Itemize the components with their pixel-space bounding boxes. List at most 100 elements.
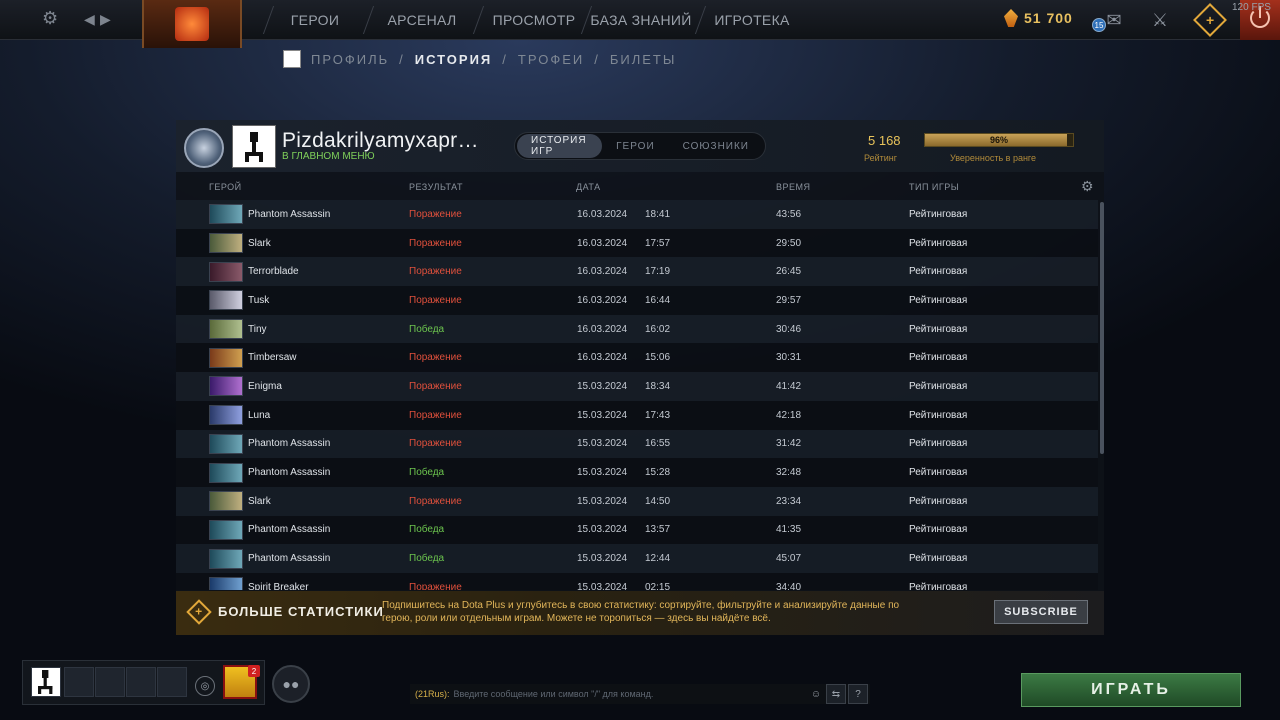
match-list: Phantom Assassin Поражение 16.03.2024 18:41… — [176, 200, 1098, 590]
table-row[interactable]: Phantom Assassin Победа 15.03.2024 15:28 32:… — [176, 458, 1098, 487]
match-result: Поражение — [409, 294, 462, 306]
col-result[interactable]: РЕЗУЛЬТАТ — [409, 182, 463, 192]
match-date: 15.03.2024 — [577, 409, 628, 421]
table-row[interactable]: Phantom Assassin Победа 15.03.2024 13:57 41:… — [176, 515, 1098, 545]
party-slot-empty[interactable] — [126, 667, 156, 697]
table-row[interactable]: Tiny Победа 16.03.2024 16:02 30:46 Рейтингова… — [176, 314, 1098, 344]
match-time: 16:44 — [645, 294, 671, 306]
dota-plus-button[interactable]: + — [1193, 3, 1227, 37]
hero-name: Timbersaw — [248, 352, 297, 364]
col-date[interactable]: ДАТА — [576, 182, 601, 192]
chat-channel-icon[interactable]: ⇆ — [826, 684, 846, 704]
match-duration: 42:18 — [776, 409, 802, 421]
game-type: Рейтинговая — [909, 553, 968, 565]
table-row[interactable]: Slark Поражение 15.03.2024 14:50 23:34 Рейтин… — [176, 486, 1098, 516]
hero-portrait-icon — [209, 319, 243, 340]
hero-portrait-icon — [209, 519, 243, 540]
friends-icon[interactable]: ●● — [272, 665, 310, 703]
subnav-history[interactable]: ИСТОРИЯ — [415, 52, 493, 67]
table-row[interactable]: Phantom Assassin Поражение 16.03.2024 18:41… — [176, 200, 1098, 229]
player-avatar[interactable] — [232, 125, 276, 168]
table-row[interactable]: Slark Поражение 16.03.2024 17:57 29:50 Рейтин… — [176, 228, 1098, 258]
dota-plus-promo: + БОЛЬШЕ СТАТИСТИКИ Подпишитесь на Dota … — [176, 591, 1104, 635]
game-type: Рейтинговая — [909, 524, 968, 536]
avatar-glyph-icon — [245, 132, 263, 162]
table-row[interactable]: Timbersaw Поражение 16.03.2024 15:06 30:31 Ре… — [176, 343, 1098, 373]
match-date: 16.03.2024 — [577, 237, 628, 249]
nav-arsenal[interactable]: АРСЕНАЛ — [374, 0, 470, 40]
table-row[interactable]: Phantom Assassin Поражение 15.03.2024 16:55… — [176, 429, 1098, 459]
table-row[interactable]: Phantom Assassin Победа 15.03.2024 12:44 45:… — [176, 544, 1098, 573]
match-date: 15.03.2024 — [577, 524, 628, 536]
back-arrow-icon[interactable]: ◀ — [84, 11, 95, 28]
player-status: В ГЛАВНОМ МЕНЮ — [282, 151, 375, 162]
dota-logo-button[interactable] — [142, 0, 242, 48]
match-date: 15.03.2024 — [577, 438, 628, 450]
help-button[interactable]: ? — [848, 684, 868, 704]
hero-portrait-icon — [209, 261, 243, 282]
chat-input[interactable]: (21Rus): Введите сообщение или символ "/… — [410, 684, 870, 704]
match-result: Поражение — [409, 266, 462, 278]
hero-name: Terrorblade — [248, 266, 299, 278]
nav-knowledge-base[interactable]: БАЗА ЗНАНИЙ — [588, 0, 694, 40]
match-result: Поражение — [409, 495, 462, 507]
hero-name: Phantom Assassin — [248, 208, 331, 220]
table-row[interactable]: Luna Поражение 15.03.2024 17:43 42:18 Рейтинг… — [176, 400, 1098, 430]
subnav-profile[interactable]: ПРОФИЛЬ — [311, 52, 389, 67]
avatar-glyph-icon — [38, 670, 53, 694]
match-result: Поражение — [409, 581, 462, 590]
table-row[interactable]: Tusk Поражение 16.03.2024 16:44 29:57 Рейтинг… — [176, 286, 1098, 315]
match-result: Поражение — [409, 352, 462, 364]
game-type: Рейтинговая — [909, 323, 968, 335]
plus-icon: + — [1205, 12, 1215, 28]
party-slot-empty[interactable] — [95, 667, 125, 697]
game-type: Рейтинговая — [909, 438, 968, 450]
rating-label: Рейтинг — [864, 153, 898, 163]
party-slot-empty[interactable] — [157, 667, 187, 697]
dota-logo-icon — [175, 7, 209, 41]
emoticon-icon[interactable]: ☺ — [806, 684, 826, 704]
party-slot-self[interactable] — [31, 667, 61, 697]
col-game-type[interactable]: ТИП ИГРЫ — [909, 182, 959, 192]
gear-icon[interactable]: ⚙ — [1081, 178, 1094, 195]
match-duration: 26:45 — [776, 266, 802, 278]
table-row[interactable]: Spirit Breaker Поражение 15.03.2024 02:15 34… — [176, 572, 1098, 590]
match-result: Поражение — [409, 237, 462, 249]
match-date: 16.03.2024 — [577, 352, 628, 364]
nav-watch[interactable]: ПРОСМОТР — [484, 0, 584, 40]
shards-currency[interactable]: 51 700 — [1004, 9, 1073, 27]
armory-button[interactable]: ⚔ — [1140, 0, 1180, 40]
subnav-tickets[interactable]: БИЛЕТЫ — [610, 52, 677, 67]
match-result: Победа — [409, 467, 445, 479]
hero-name: Phantom Assassin — [248, 467, 331, 479]
voice-chat-icon[interactable]: ◎ — [195, 676, 215, 696]
game-type: Рейтинговая — [909, 266, 968, 278]
match-result: Поражение — [409, 208, 462, 220]
subnav-trophies[interactable]: ТРОФЕИ — [518, 52, 584, 67]
party-slot-empty[interactable] — [64, 667, 94, 697]
hero-portrait-icon — [209, 204, 243, 225]
scrollbar[interactable] — [1100, 202, 1104, 454]
nav-arcade[interactable]: ИГРОТЕКА — [704, 0, 800, 40]
table-row[interactable]: Enigma Поражение 15.03.2024 18:34 41:42 Рейти… — [176, 372, 1098, 401]
col-hero[interactable]: ГЕРОЙ — [209, 182, 242, 192]
col-duration[interactable]: ВРЕМЯ — [776, 182, 811, 192]
nav-heroes[interactable]: ГЕРОИ — [270, 0, 360, 40]
table-row[interactable]: Terrorblade Поражение 16.03.2024 17:19 26:45… — [176, 257, 1098, 287]
match-time: 12:44 — [645, 553, 671, 565]
settings-icon[interactable]: ⚙ — [42, 8, 58, 29]
subscribe-button[interactable]: SUBSCRIBE — [994, 600, 1088, 624]
tab-allies[interactable]: СОЮЗНИКИ — [669, 134, 763, 158]
envelope-icon: ✉ — [1106, 9, 1122, 30]
forward-arrow-icon[interactable]: ▶ — [100, 11, 111, 28]
game-type: Рейтинговая — [909, 237, 968, 249]
hero-portrait-icon — [209, 376, 243, 397]
tab-heroes[interactable]: ГЕРОИ — [602, 134, 669, 158]
match-duration: 34:40 — [776, 581, 802, 590]
match-duration: 29:57 — [776, 294, 802, 306]
hero-name: Luna — [248, 409, 271, 421]
tab-match-history[interactable]: ИСТОРИЯ ИГР — [517, 134, 603, 158]
nav-divider — [472, 6, 485, 34]
match-result: Поражение — [409, 438, 462, 450]
play-button[interactable]: ИГРАТЬ — [1021, 673, 1241, 707]
